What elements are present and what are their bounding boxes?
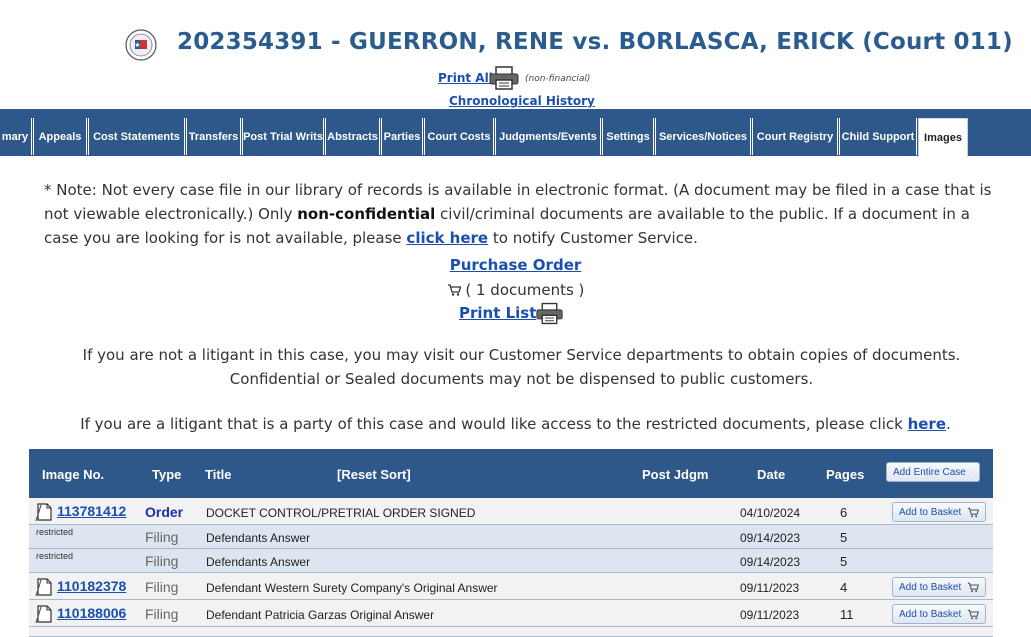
print-list-link[interactable]: Print List <box>459 304 536 322</box>
document-date: 09/11/2023 <box>740 581 799 595</box>
purchase-order-wrap: Purchase Order <box>0 256 1031 274</box>
document-title: Defendant Western Surety Company's Origi… <box>206 581 498 595</box>
document-title: DOCKET CONTROL/PRETRIAL ORDER SIGNED <box>206 506 475 520</box>
print-all-link[interactable]: Print All <box>438 71 493 85</box>
col-image-no[interactable]: Image No. <box>42 467 104 482</box>
documents-count-wrap: ( 1 documents ) <box>0 281 1031 299</box>
tab-parties[interactable]: Parties <box>381 118 423 155</box>
table-row <box>29 627 993 637</box>
document-type: Filing <box>145 606 178 622</box>
image-number-link[interactable]: 110182378 <box>57 578 126 594</box>
tab-services-notices[interactable]: Services/Notices <box>655 118 751 155</box>
purchase-order-link[interactable]: Purchase Order <box>450 256 582 274</box>
add-to-basket-label: Add to Basket <box>899 582 961 593</box>
litigant-note: If you are not a litigant in this case, … <box>44 343 999 391</box>
table-row: restricted Filing Defendants Answer 09/14/2… <box>29 525 993 549</box>
non-financial-note: (non-financial) <box>525 74 590 84</box>
document-type: Order <box>145 504 183 520</box>
document-icon[interactable] <box>35 577 53 597</box>
tab-abstracts[interactable]: Abstracts <box>325 118 380 155</box>
tab-mary[interactable]: mary <box>0 118 32 155</box>
printer-icon[interactable] <box>488 66 520 90</box>
document-date: 09/14/2023 <box>740 555 800 569</box>
add-to-basket-button[interactable]: Add to Basket <box>892 577 986 597</box>
document-type: Filing <box>145 553 178 569</box>
shopping-cart-icon <box>967 507 979 518</box>
document-title: Defendants Answer <box>206 531 310 545</box>
document-pages: 5 <box>840 554 847 569</box>
table-row: 113781412 Order DOCKET CONTROL/PRETRIAL OR… <box>29 498 993 525</box>
document-pages: 11 <box>840 607 854 622</box>
page-title: 202354391 - GUERRON, RENE vs. BORLASCA, … <box>177 29 1013 55</box>
document-title: Defendant Patricia Garzas Original Answe… <box>206 608 434 622</box>
col-date[interactable]: Date <box>757 467 785 482</box>
image-number-link[interactable]: 110188006 <box>57 605 126 621</box>
col-title[interactable]: Title <box>205 467 232 482</box>
tab-child-support[interactable]: Child Support <box>839 118 917 155</box>
add-to-basket-label: Add to Basket <box>899 507 961 518</box>
restricted-access-link[interactable]: here <box>908 415 946 433</box>
table-row: 110188006 Filing Defendant Patricia Garzas… <box>29 600 993 627</box>
add-to-basket-label: Add to Basket <box>899 609 961 620</box>
document-pages: 4 <box>840 580 847 595</box>
tab-court-costs[interactable]: Court Costs <box>424 118 494 155</box>
document-date: 09/11/2023 <box>740 608 799 622</box>
restricted-label: restricted <box>36 527 73 537</box>
document-pages: 5 <box>840 530 847 545</box>
tab-images[interactable]: Images <box>918 118 968 157</box>
restricted-note-text: If you are a litigant that is a party of… <box>80 415 907 433</box>
shopping-cart-icon <box>447 284 461 296</box>
col-type[interactable]: Type <box>152 467 181 482</box>
document-icon[interactable] <box>35 502 53 522</box>
reset-sort-link[interactable]: [Reset Sort] <box>337 467 411 482</box>
col-pages[interactable]: Pages <box>826 467 864 482</box>
tab-judgments-events[interactable]: Judgments/Events <box>495 118 601 155</box>
county-seal-icon <box>125 29 157 61</box>
document-title: Defendants Answer <box>206 555 310 569</box>
table-row: 110182378 Filing Defendant Western Surety … <box>29 573 993 600</box>
tab-transfers[interactable]: Transfers <box>186 118 241 155</box>
add-entire-case-button[interactable]: Add Entire Case <box>886 462 980 482</box>
add-to-basket-button[interactable]: Add to Basket <box>892 604 986 624</box>
note-bold-text: non-confidential <box>297 205 435 223</box>
tab-cost-statements[interactable]: Cost Statements <box>88 118 185 155</box>
table-row: restricted Filing Defendants Answer 09/14/2… <box>29 549 993 573</box>
col-post-jdgm[interactable]: Post Jdgm <box>642 467 708 482</box>
document-date: 09/14/2023 <box>740 531 800 545</box>
tab-appeals[interactable]: Appeals <box>33 118 87 155</box>
shopping-cart-icon <box>967 582 979 593</box>
tab-court-registry[interactable]: Court Registry <box>752 118 838 155</box>
restricted-label: restricted <box>36 551 73 561</box>
document-icon[interactable] <box>35 604 53 624</box>
tab-post-trial-writs[interactable]: Post Trial Writs <box>242 118 324 155</box>
document-date: 04/10/2024 <box>740 506 800 520</box>
notify-customer-service-link[interactable]: click here <box>406 229 488 247</box>
restricted-note-end: . <box>946 415 951 433</box>
document-type: Filing <box>145 529 178 545</box>
note-text-3: to notify Customer Service. <box>488 229 698 247</box>
shopping-cart-icon <box>972 467 973 478</box>
add-to-basket-button[interactable]: Add to Basket <box>892 502 986 522</box>
document-pages: 6 <box>840 505 847 520</box>
shopping-cart-icon <box>967 609 979 620</box>
document-type: Filing <box>145 579 178 595</box>
availability-note: * Note: Not every case file in our libra… <box>44 178 999 250</box>
chronological-history-link[interactable]: Chronological History <box>449 94 595 108</box>
tab-settings[interactable]: Settings <box>602 118 654 155</box>
add-entire-case-label: Add Entire Case <box>893 467 966 478</box>
printer-icon[interactable] <box>535 302 564 325</box>
documents-count: ( 1 documents ) <box>465 281 584 299</box>
restricted-access-note: If you are a litigant that is a party of… <box>0 415 1031 433</box>
image-number-link[interactable]: 113781412 <box>57 503 126 519</box>
